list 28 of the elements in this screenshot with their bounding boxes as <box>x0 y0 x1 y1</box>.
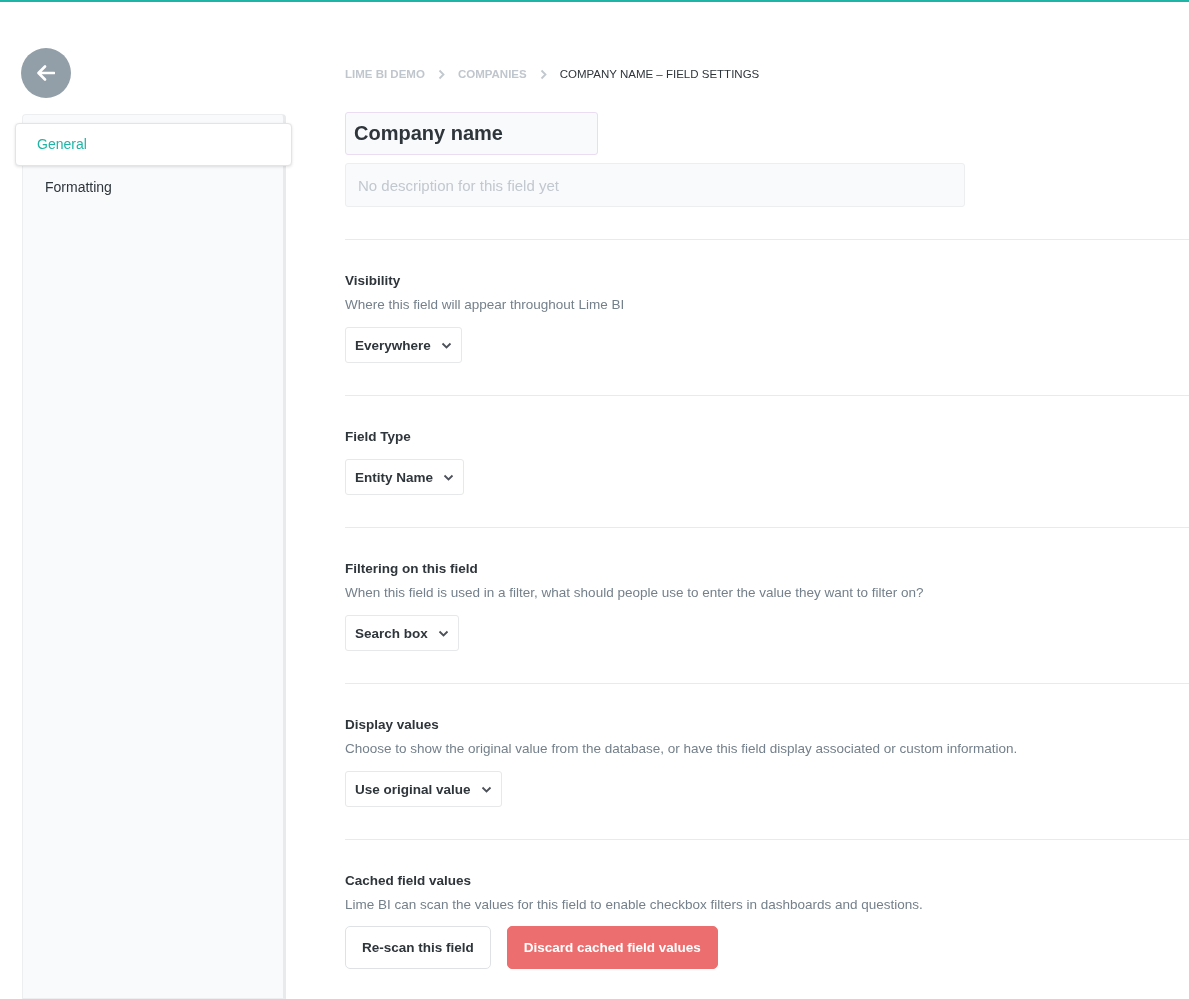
dropdown-value: Search box <box>355 625 428 641</box>
section-description: Lime BI can scan the values for this field to enable checkbox filters in dashboards and questions. <box>345 897 924 912</box>
section-description: When this field is used in a filter, what should people use to enter the value they want to filter on? <box>345 585 925 600</box>
chevron-down-icon <box>443 473 455 481</box>
dropdown-select[interactable]: Use original value <box>345 771 502 807</box>
section-title: Visibility <box>345 273 402 288</box>
section-title: Field Type <box>345 429 412 444</box>
chevron-right-icon <box>437 68 445 80</box>
dropdown-select[interactable]: Everywhere <box>345 327 462 363</box>
back-arrow-icon <box>37 65 55 81</box>
back-button[interactable] <box>21 48 71 98</box>
chevron-down-icon <box>437 629 449 637</box>
dropdown-select[interactable]: Search box <box>345 615 459 651</box>
field-name-input[interactable]: Company name <box>345 112 598 155</box>
section-title: Cached field values <box>345 873 473 888</box>
rescan-button[interactable]: Re-scan this field <box>345 926 491 969</box>
dropdown-value: Everywhere <box>355 337 431 353</box>
section-title: Display values <box>345 717 440 732</box>
dropdown-value: Entity Name <box>355 469 434 485</box>
chevron-down-icon <box>480 785 492 793</box>
dropdown-select[interactable]: Entity Name <box>345 459 465 495</box>
section-description: Where this field will appear throughout Lime BI <box>345 297 626 312</box>
dropdown-value: Use original value <box>355 781 471 797</box>
chevron-down-icon <box>440 341 452 349</box>
sidebar-item[interactable]: Formatting <box>23 166 289 209</box>
section-description: Choose to show the original value from the database, or have this field display associated or custom information. <box>345 741 1019 756</box>
section-title: Filtering on this field <box>345 561 479 576</box>
chevron-right-icon <box>539 68 547 80</box>
